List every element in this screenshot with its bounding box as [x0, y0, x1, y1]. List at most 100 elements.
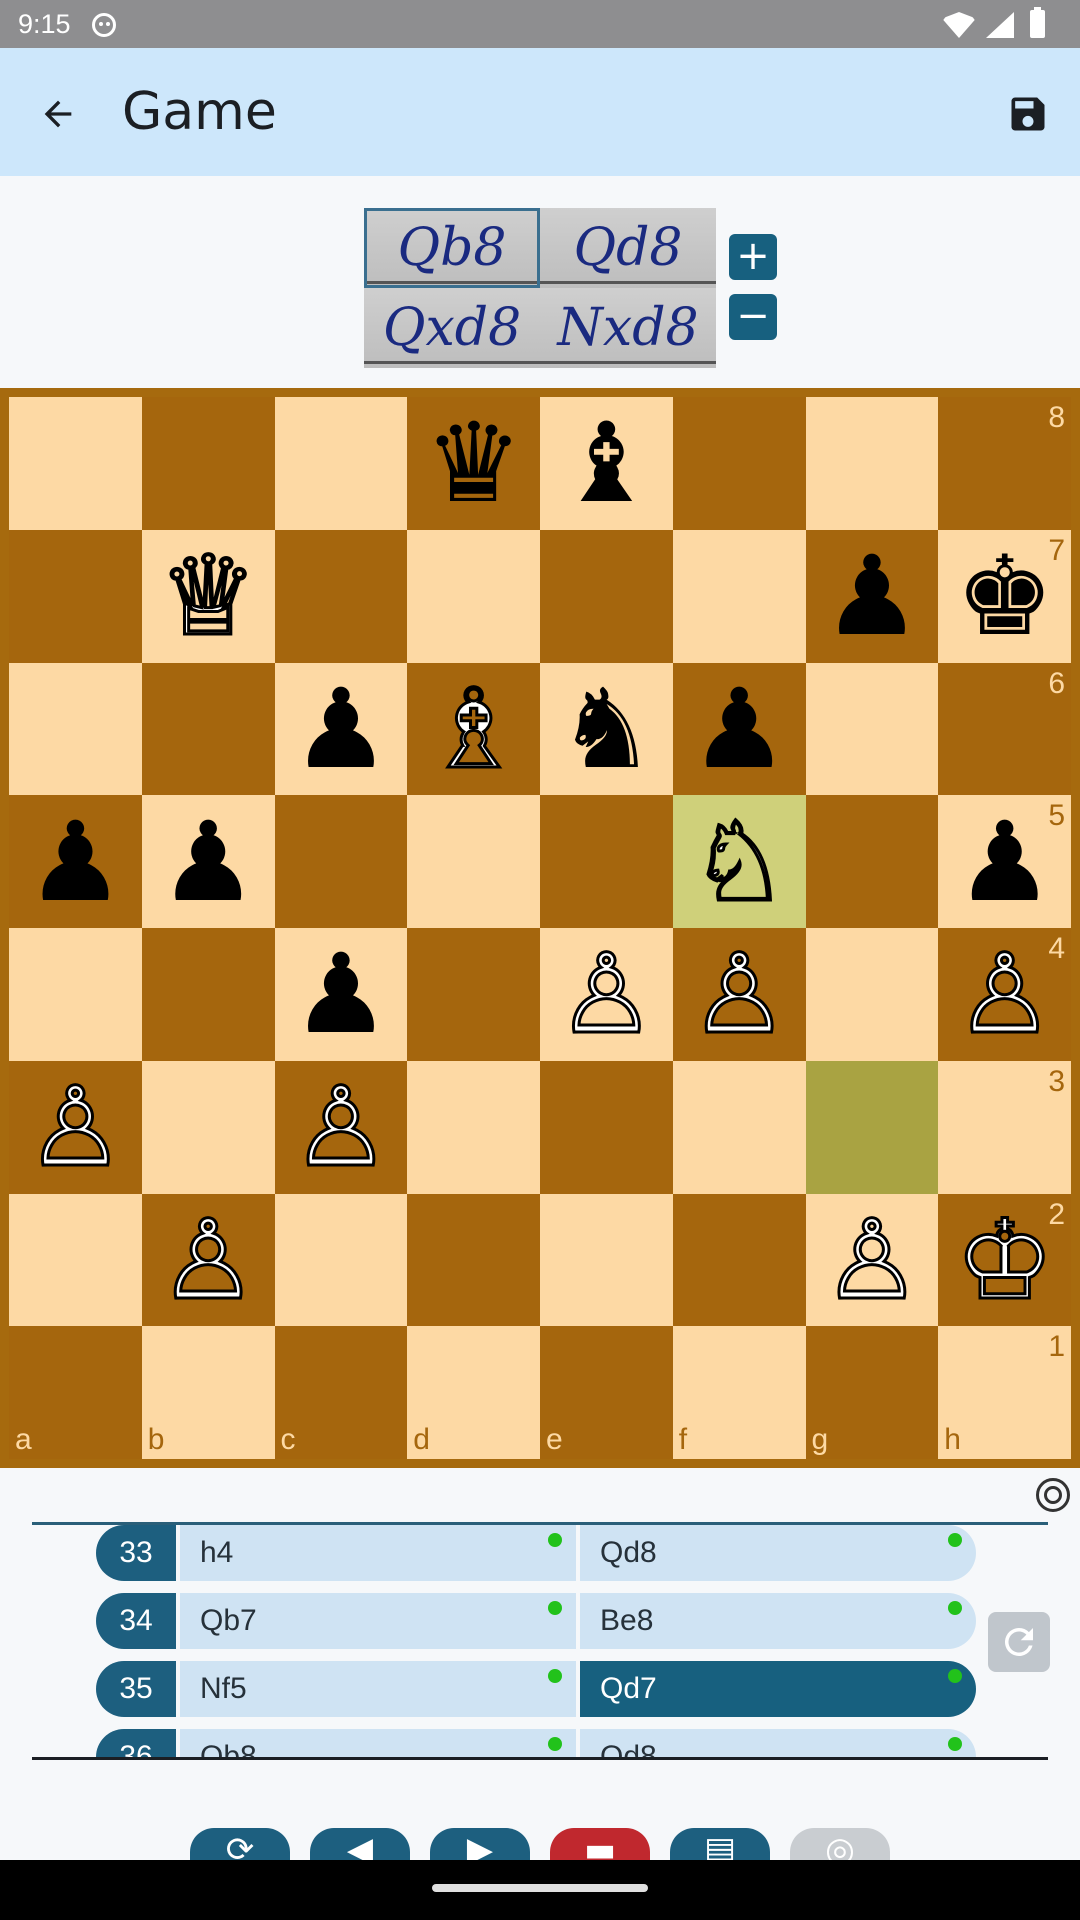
- square-f2[interactable]: [672, 1193, 806, 1327]
- chess-piece[interactable]: ♙: [25, 1071, 127, 1184]
- square-f7[interactable]: [672, 529, 806, 663]
- square-h8[interactable]: 8: [938, 397, 1071, 530]
- move-black[interactable]: Qd7: [580, 1661, 976, 1717]
- scoresheet-cell[interactable]: Nxd8: [540, 288, 716, 368]
- zoom-out-button[interactable]: −: [729, 294, 777, 340]
- square-h7[interactable]: 7 ♚: [938, 529, 1071, 663]
- square-e5[interactable]: [540, 795, 673, 928]
- save-button[interactable]: [998, 84, 1058, 144]
- square-g3[interactable]: [805, 1060, 939, 1194]
- chess-piece[interactable]: ♞: [557, 674, 656, 784]
- chess-piece[interactable]: ♙: [157, 1203, 259, 1316]
- back-button[interactable]: [28, 84, 88, 144]
- square-h4[interactable]: 4 ♙: [938, 928, 1071, 1061]
- home-gesture-handle[interactable]: [432, 1884, 648, 1892]
- square-g6[interactable]: [805, 662, 939, 796]
- square-e3[interactable]: [540, 1060, 673, 1194]
- square-h5[interactable]: 5 ♟: [938, 795, 1071, 928]
- chess-piece[interactable]: ♔: [954, 1203, 1056, 1316]
- square-e6[interactable]: ♞: [540, 662, 673, 796]
- square-g7[interactable]: ♟: [805, 529, 939, 663]
- square-a3[interactable]: ♙: [9, 1060, 142, 1194]
- square-b4[interactable]: [141, 928, 275, 1061]
- square-h2[interactable]: 2 ♔: [938, 1193, 1071, 1327]
- square-c7[interactable]: [274, 529, 408, 663]
- square-g5[interactable]: [805, 795, 939, 928]
- square-b5[interactable]: ♟: [141, 795, 275, 928]
- chess-piece[interactable]: ♟: [690, 674, 789, 784]
- chess-piece[interactable]: ♟: [292, 674, 391, 784]
- square-h6[interactable]: 6: [938, 662, 1071, 796]
- square-b2[interactable]: ♙: [141, 1193, 275, 1327]
- scoresheet-cell[interactable]: Qd8: [540, 208, 716, 288]
- square-b8[interactable]: [141, 397, 275, 530]
- move-white[interactable]: h4: [180, 1525, 576, 1581]
- refresh-button[interactable]: [988, 1612, 1050, 1672]
- square-c2[interactable]: [274, 1193, 408, 1327]
- square-e1[interactable]: e: [540, 1326, 673, 1459]
- chess-piece[interactable]: ♙: [556, 938, 658, 1051]
- square-d6[interactable]: ♗: [407, 662, 540, 796]
- square-f8[interactable]: [672, 397, 806, 530]
- engine-button[interactable]: ◎: [790, 1828, 890, 1860]
- square-d7[interactable]: [407, 529, 540, 663]
- chess-piece[interactable]: ♙: [954, 938, 1056, 1051]
- chess-piece[interactable]: ♙: [688, 938, 790, 1051]
- square-b7[interactable]: ♕: [141, 529, 275, 663]
- square-f6[interactable]: ♟: [672, 662, 806, 796]
- move-black[interactable]: Qd8: [580, 1729, 976, 1757]
- square-b3[interactable]: [141, 1060, 275, 1194]
- square-d1[interactable]: d: [407, 1326, 540, 1459]
- square-e4[interactable]: ♙: [540, 928, 673, 1061]
- square-c3[interactable]: ♙: [274, 1060, 408, 1194]
- chess-piece[interactable]: ♟: [292, 939, 391, 1049]
- square-c8[interactable]: [274, 397, 408, 530]
- square-a5[interactable]: ♟: [9, 795, 142, 928]
- square-f5[interactable]: ♘: [672, 795, 806, 928]
- move-white[interactable]: Qb7: [180, 1593, 576, 1649]
- square-b1[interactable]: b: [141, 1326, 275, 1459]
- square-f3[interactable]: [672, 1060, 806, 1194]
- square-a1[interactable]: a: [9, 1326, 142, 1459]
- square-d2[interactable]: [407, 1193, 540, 1327]
- next-move-button[interactable]: ▶: [430, 1828, 530, 1860]
- move-white[interactable]: Qb8: [180, 1729, 576, 1757]
- square-d3[interactable]: [407, 1060, 540, 1194]
- square-c4[interactable]: ♟: [274, 928, 408, 1061]
- chess-piece[interactable]: ♚: [955, 541, 1054, 651]
- square-c1[interactable]: c: [274, 1326, 408, 1459]
- square-e2[interactable]: [540, 1193, 673, 1327]
- square-a2[interactable]: [9, 1193, 142, 1327]
- chess-piece[interactable]: ♙: [821, 1203, 923, 1316]
- square-c6[interactable]: ♟: [274, 662, 408, 796]
- scoresheet-cell[interactable]: Qxd8: [364, 288, 540, 368]
- move-list[interactable]: 33 h4 Qd8 34 Qb7 Be8 35 Nf5 Qd7 36 Qb8 Qd8: [0, 1525, 1080, 1757]
- chess-piece[interactable]: ♟: [159, 807, 258, 917]
- square-c5[interactable]: [274, 795, 408, 928]
- square-d8[interactable]: ♛: [407, 397, 540, 530]
- notes-button[interactable]: ▤: [670, 1828, 770, 1860]
- move-black[interactable]: Be8: [580, 1593, 976, 1649]
- square-e7[interactable]: [540, 529, 673, 663]
- square-d5[interactable]: [407, 795, 540, 928]
- delete-button[interactable]: ▬: [550, 1828, 650, 1860]
- square-h3[interactable]: 3: [938, 1060, 1071, 1194]
- square-d4[interactable]: [407, 928, 540, 1061]
- square-e8[interactable]: ♝: [540, 397, 673, 530]
- move-white[interactable]: Nf5: [180, 1661, 576, 1717]
- chess-piece[interactable]: ♙: [290, 1071, 392, 1184]
- chess-piece[interactable]: ♛: [424, 408, 523, 518]
- square-b6[interactable]: [141, 662, 275, 796]
- chess-board[interactable]: ♛ ♝ 8 ♕ ♟ 7 ♚ ♟ ♗ ♞ ♟ 6 ♟ ♟ ♘ 5 ♟ ♟ ♙ ♙ 4 ♙ ♙ ♙ 3 ♙ ♙ 2 ♔ a b c d e f g 1 h: [9, 397, 1071, 1459]
- chess-piece[interactable]: ♟: [955, 807, 1054, 917]
- square-h1[interactable]: 1h: [938, 1326, 1071, 1459]
- chess-piece[interactable]: ♘: [688, 805, 790, 918]
- square-g2[interactable]: ♙: [805, 1193, 939, 1327]
- previous-move-button[interactable]: ◀: [310, 1828, 410, 1860]
- square-g8[interactable]: [805, 397, 939, 530]
- rotate-button[interactable]: ⟳: [190, 1828, 290, 1860]
- square-f4[interactable]: ♙: [672, 928, 806, 1061]
- chess-piece[interactable]: ♝: [557, 408, 656, 518]
- square-g1[interactable]: g: [805, 1326, 939, 1459]
- chess-piece[interactable]: ♟: [823, 541, 922, 651]
